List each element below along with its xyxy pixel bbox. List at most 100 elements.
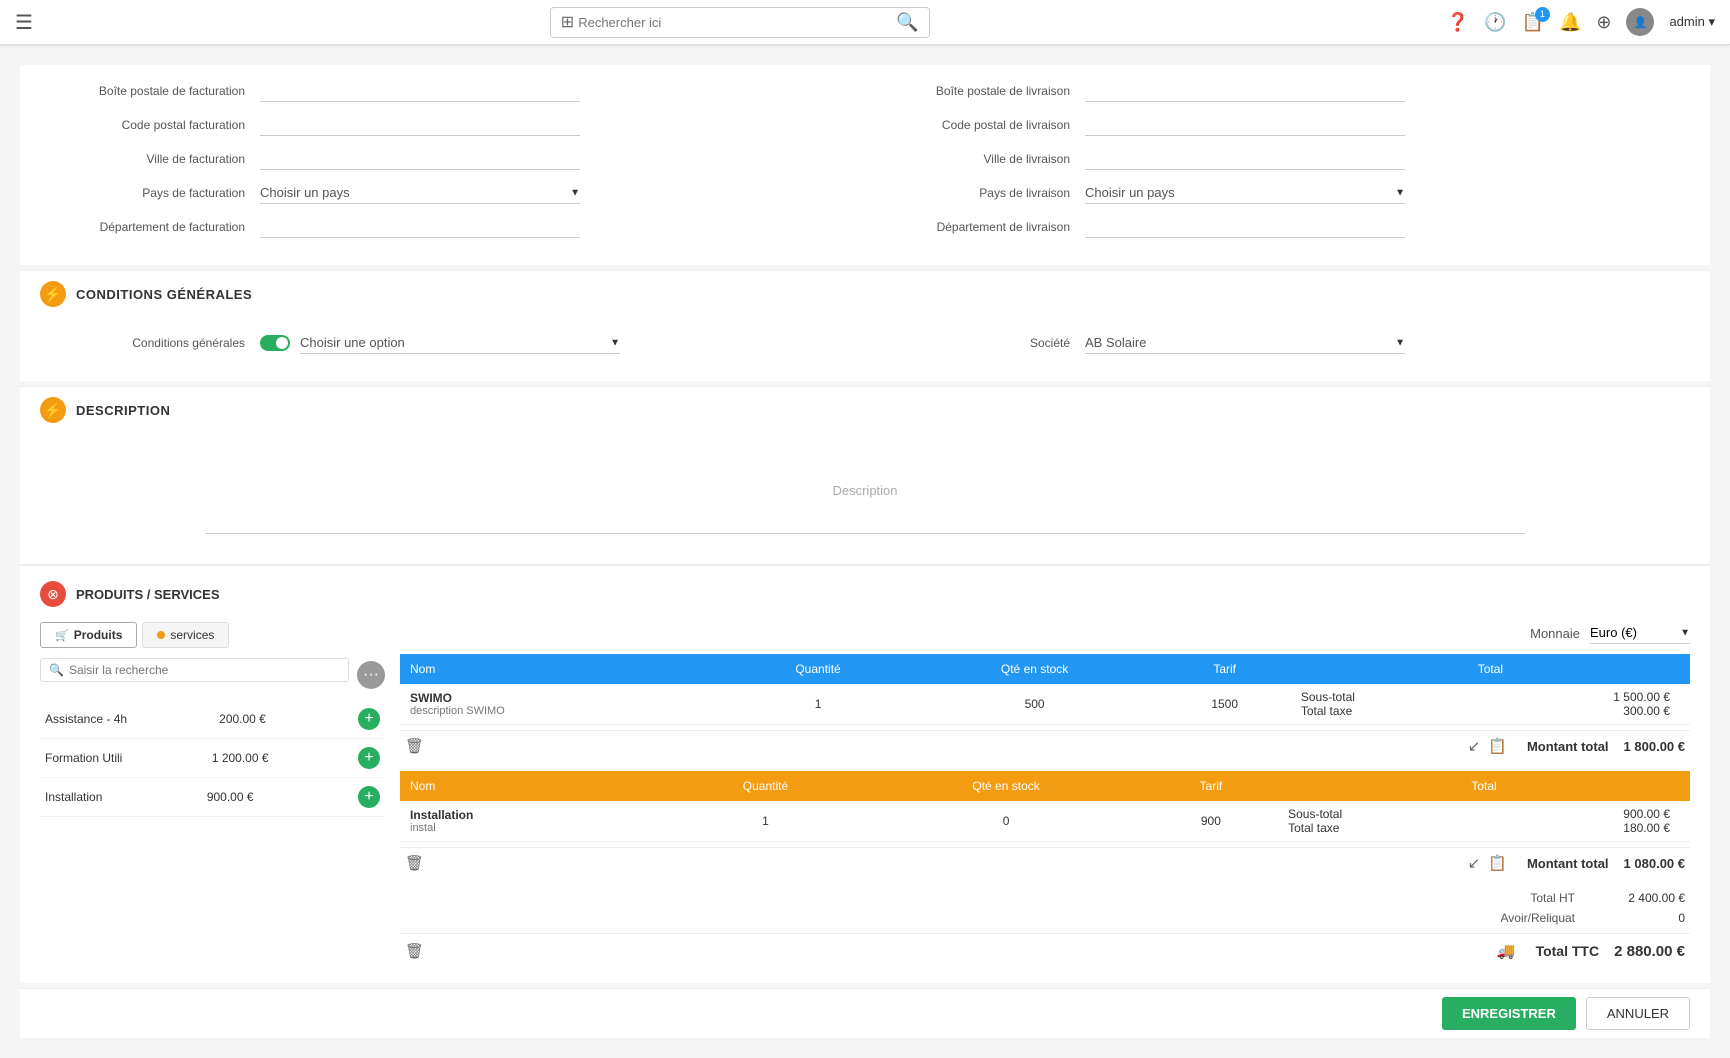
code-postal-livraison-input[interactable] xyxy=(1085,114,1405,136)
products-title: Produits / Services xyxy=(76,587,220,602)
history-icon[interactable]: 🕐 xyxy=(1484,12,1506,33)
boite-postale-livraison-input[interactable] xyxy=(1085,80,1405,102)
monnaie-row: Monnaie Euro (€) ▼ xyxy=(400,622,1690,644)
conditions-option-select[interactable]: Choisir une option xyxy=(300,332,620,354)
table2-col-qte-stock: Qté en stock xyxy=(868,771,1143,801)
description-line xyxy=(205,533,1525,534)
add-circle-icon[interactable]: ⊕ xyxy=(1596,12,1611,33)
add-service-1-button[interactable]: + xyxy=(358,747,380,769)
add-service-0-button[interactable]: + xyxy=(358,708,380,730)
notifications-badge[interactable]: 📋 1 xyxy=(1522,12,1544,33)
save-button[interactable]: ENREGISTRER xyxy=(1442,997,1576,1030)
table1-footer-icons: ↙ 📋 xyxy=(1468,737,1507,755)
code-postal-facturation-label: Code postal facturation xyxy=(40,118,260,132)
navbar-center: ⊞ 🔍 xyxy=(33,7,1447,38)
cancel-button[interactable]: ANNULER xyxy=(1586,997,1690,1030)
total-ht-row: Total HT 2 400.00 € xyxy=(400,888,1690,908)
boite-postale-facturation-row: Boîte postale de facturation xyxy=(40,80,865,102)
departement-facturation-row: Département de facturation xyxy=(40,216,865,238)
services-dot xyxy=(157,631,165,639)
bottom-delete-button[interactable]: 🗑 xyxy=(405,942,424,960)
avatar: 👤 xyxy=(1626,8,1654,36)
bell-icon[interactable]: 🔔 xyxy=(1559,12,1581,33)
societe-select-wrap: AB Solaire ▼ xyxy=(1085,332,1405,354)
sidebar-search-input[interactable] xyxy=(69,663,340,677)
list-item[interactable]: Formation Utili 1 200.00 € + xyxy=(40,739,385,778)
table1-sous-total-value: 1 500.00 € xyxy=(1613,690,1670,704)
table1-footer: 🗑 ↙ 📋 Montant total 1 800.00 € xyxy=(400,730,1690,761)
list-item[interactable]: Assistance - 4h 200.00 € + xyxy=(40,700,385,739)
conditions-generales-row: Conditions générales Choisir une option … xyxy=(40,332,865,354)
conditions-left-col: Conditions générales Choisir une option … xyxy=(40,332,865,366)
pays-facturation-row: Pays de facturation Choisir un pays ▼ xyxy=(40,182,865,204)
tables-area: Monnaie Euro (€) ▼ Nom Quantité xyxy=(400,622,1690,968)
code-postal-livraison-label: Code postal de livraison xyxy=(865,118,1085,132)
ville-facturation-input[interactable] xyxy=(260,148,580,170)
table1-delete-button[interactable]: 🗑 xyxy=(405,737,424,755)
search-input[interactable] xyxy=(578,15,896,30)
tab-services[interactable]: services xyxy=(142,622,229,648)
societe-label: Société xyxy=(865,336,1085,350)
description-header: ⚡ Description xyxy=(20,386,1710,433)
table2-montant-value: 1 080.00 € xyxy=(1624,856,1685,871)
navbar-left: ☰ xyxy=(15,10,33,35)
departement-facturation-input[interactable] xyxy=(260,216,580,238)
address-form: Boîte postale de facturation Code postal… xyxy=(20,65,1710,265)
total-ttc-value: 2 880.00 € xyxy=(1614,943,1685,960)
code-postal-facturation-input[interactable] xyxy=(260,114,580,136)
table2-montant-label: Montant total xyxy=(1527,856,1609,871)
description-content: Description xyxy=(40,453,1690,533)
pays-facturation-select[interactable]: Choisir un pays xyxy=(260,182,580,204)
service-price-2: 900.00 € xyxy=(207,790,254,804)
products-content: 🛒 Produits services 🔍 ··· xyxy=(40,622,1690,968)
table2-move-icon[interactable]: ↙ xyxy=(1468,854,1481,872)
table2-col-tarif: Tarif xyxy=(1144,771,1278,801)
departement-facturation-label: Département de facturation xyxy=(40,220,260,234)
service-name-1: Formation Utili xyxy=(45,751,122,765)
avoir-reliquat-value: 0 xyxy=(1595,911,1685,925)
admin-menu[interactable]: admin ▾ xyxy=(1669,14,1715,30)
footer-buttons: ENREGISTRER ANNULER xyxy=(1442,997,1690,1030)
conditions-toggle[interactable] xyxy=(260,335,290,351)
add-service-2-button[interactable]: + xyxy=(358,786,380,808)
table2-footer: 🗑 ↙ 📋 Montant total 1 080.00 € xyxy=(400,847,1690,878)
table1-header: Nom Quantité Qté en stock Tarif Total xyxy=(400,654,1690,684)
table1-tarif-cell: 1500 xyxy=(1158,684,1290,725)
table1-montant-label: Montant total xyxy=(1527,739,1609,754)
tab-produits[interactable]: 🛒 Produits xyxy=(40,622,137,648)
main-content: Boîte postale de facturation Code postal… xyxy=(0,45,1730,1058)
products-icon: ⊗ xyxy=(40,581,66,607)
table1-move-icon[interactable]: ↙ xyxy=(1468,737,1481,755)
conditions-header: ⚡ Conditions générales xyxy=(20,270,1710,317)
departement-livraison-input[interactable] xyxy=(1085,216,1405,238)
service-price-0: 200.00 € xyxy=(219,712,266,726)
help-icon[interactable]: ❓ xyxy=(1447,12,1469,33)
table2-copy-icon[interactable]: 📋 xyxy=(1488,854,1507,872)
table2-delete-button[interactable]: 🗑 xyxy=(405,854,424,872)
grand-totals: Total HT 2 400.00 € Avoir/Reliquat 0 xyxy=(400,888,1690,928)
list-item[interactable]: Installation 900.00 € + xyxy=(40,778,385,817)
table2-quantite-cell: 1 xyxy=(663,801,869,842)
societe-select[interactable]: AB Solaire xyxy=(1085,332,1405,354)
table1-quantite-cell: 1 xyxy=(725,684,910,725)
societe-row: Société AB Solaire ▼ xyxy=(865,332,1690,354)
table2-header: Nom Quantité Qté en stock Tarif Total xyxy=(400,771,1690,801)
menu-icon[interactable]: ☰ xyxy=(15,10,33,35)
avoir-reliquat-row: Avoir/Reliquat 0 xyxy=(400,908,1690,928)
more-options-button[interactable]: ··· xyxy=(357,661,385,689)
bottom-row: 🗑 🚚 Total TTC 2 880.00 € xyxy=(400,933,1690,968)
footer-bar: ENREGISTRER ANNULER xyxy=(20,988,1710,1038)
pays-facturation-label: Pays de facturation xyxy=(40,186,260,200)
sidebar-search-row: 🔍 ··· xyxy=(40,658,385,692)
table2-col-nom: Nom xyxy=(400,771,663,801)
boite-postale-facturation-input[interactable] xyxy=(260,80,580,102)
total-ht-label: Total HT xyxy=(1445,891,1595,905)
table1-copy-icon[interactable]: 📋 xyxy=(1488,737,1507,755)
monnaie-select[interactable]: Euro (€) xyxy=(1590,622,1690,644)
products-header: ⊗ Produits / Services xyxy=(40,581,1690,607)
search-icon[interactable]: 🔍 xyxy=(896,12,918,33)
ville-livraison-input[interactable] xyxy=(1085,148,1405,170)
pays-livraison-select[interactable]: Choisir un pays xyxy=(1085,182,1405,204)
table1-col-quantite: Quantité xyxy=(725,654,910,684)
bottom-truck-icon[interactable]: 🚚 xyxy=(1497,942,1516,960)
